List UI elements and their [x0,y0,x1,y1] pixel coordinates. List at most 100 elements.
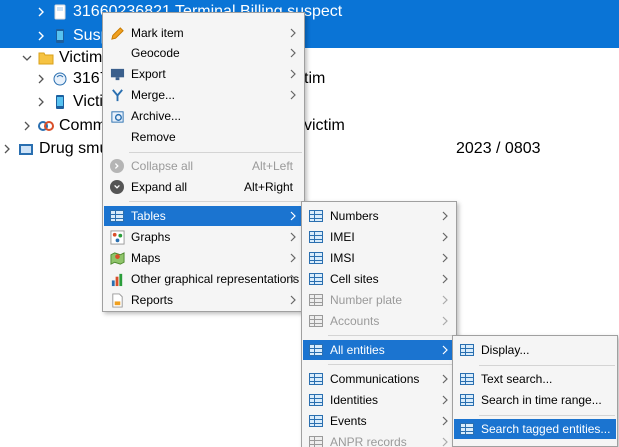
chevron-right-icon[interactable] [34,72,48,86]
chevron-right-icon [290,253,296,263]
table-icon [459,371,475,387]
chevron-right-icon [442,416,448,426]
chevron-right-icon [290,295,296,305]
table-icon [308,371,324,387]
table-icon [308,342,324,358]
tree-label: Victi [73,93,103,110]
chevron-right-icon [290,28,296,38]
chevron-right-icon[interactable] [20,119,34,133]
table-icon [459,342,475,358]
menu-item-export[interactable]: Export [104,64,303,84]
collapse-icon [109,158,125,174]
menu-item-reports[interactable]: Reports [104,290,303,310]
menu-item-search-tagged-entities[interactable]: Search tagged entities... [454,419,616,439]
menu-item-other-graphical[interactable]: Other graphical representations [104,269,303,289]
chevron-right-icon [290,211,296,221]
tree-row-extra: victim [304,117,345,134]
menu-item-merge[interactable]: Merge... [104,85,303,105]
graph-icon [109,229,125,245]
menu-item-imei[interactable]: IMEI [303,227,455,247]
all-entities-submenu: Display... Text search... Search in time… [452,335,618,447]
menu-item-graphs[interactable]: Graphs [104,227,303,247]
chevron-right-icon [442,295,448,305]
case-folder-icon [18,141,34,157]
menu-item-anpr-records[interactable]: ANPR records [303,432,455,447]
tree-row-victim-terminal[interactable]: 3167 [0,67,109,91]
chevron-right-icon [442,274,448,284]
table-icon [308,313,324,329]
menu-item-numbers[interactable]: Numbers [303,206,455,226]
tree-row-extra: 2023 / 0803 [456,140,541,157]
chevron-right-icon[interactable] [34,95,48,109]
menu-separator [328,364,454,365]
menu-item-display[interactable]: Display... [454,340,616,360]
tree-row-victim-phone[interactable]: Victi [0,90,103,114]
chevron-down-icon[interactable] [20,51,34,65]
menu-item-communications[interactable]: Communications [303,369,455,389]
chevron-right-icon [442,211,448,221]
tables-submenu: Numbers IMEI IMSI Cell sites Number plat… [301,201,457,447]
chevron-right-icon [442,232,448,242]
tree-label: Drug smu [39,140,109,157]
menu-separator [479,415,615,416]
chevron-right-icon [290,232,296,242]
tree-row-suspect[interactable]: Suspect [0,24,619,48]
context-menu: Mark item Geocode Export Merge... Archiv… [102,12,305,312]
table-icon [308,292,324,308]
menu-separator [129,152,302,153]
menu-item-number-plate[interactable]: Number plate [303,290,455,310]
communications-icon [38,118,54,134]
tree-label: Victim [59,49,103,66]
table-icon [308,271,324,287]
chevron-right-icon[interactable] [34,5,48,19]
tree-row-case[interactable]: Drug smu [0,137,108,161]
menu-separator [129,201,302,202]
menu-item-archive[interactable]: Archive... [104,106,303,126]
pencil-icon [109,25,125,41]
archive-icon [109,108,125,124]
menu-item-geocode[interactable]: Geocode [104,43,303,63]
table-icon [308,413,324,429]
menu-item-collapse-all[interactable]: Collapse all Alt+Left [104,156,303,176]
menu-item-events[interactable]: Events [303,411,455,431]
table-icon [308,434,324,447]
chevron-right-icon [290,90,296,100]
folder-icon [38,50,54,66]
mobile-phone-icon [52,94,68,110]
table-icon [308,250,324,266]
table-icon [109,208,125,224]
chevron-right-icon [290,274,296,284]
menu-separator [328,335,454,336]
tree-label: Comm [59,117,107,134]
table-icon [459,421,475,437]
menu-item-mark-item[interactable]: Mark item [104,23,303,43]
menu-separator [479,365,615,366]
tree-row-communications[interactable]: Comm [0,114,106,138]
phone-icon [52,4,68,20]
menu-item-all-entities[interactable]: All entities [303,340,455,360]
mobile-phone-icon [52,28,68,44]
menu-item-text-search[interactable]: Text search... [454,369,616,389]
table-icon [459,392,475,408]
table-icon [308,208,324,224]
table-icon [308,229,324,245]
map-icon [109,250,125,266]
tree-row-terminal[interactable]: 31660236821 Terminal Billing suspect [0,0,619,24]
chevron-right-icon[interactable] [34,29,48,43]
report-icon [109,292,125,308]
menu-item-remove[interactable]: Remove [104,127,303,147]
menu-item-maps[interactable]: Maps [104,248,303,268]
menu-item-accounts[interactable]: Accounts [303,311,455,331]
expand-icon [109,179,125,195]
chevron-right-icon [442,437,448,447]
menu-item-imsi[interactable]: IMSI [303,248,455,268]
menu-item-cell-sites[interactable]: Cell sites [303,269,455,289]
menu-item-expand-all[interactable]: Expand all Alt+Right [104,177,303,197]
chevron-right-icon[interactable] [0,142,14,156]
table-icon [308,392,324,408]
menu-item-search-time-range[interactable]: Search in time range... [454,390,616,410]
menu-item-tables[interactable]: Tables [104,206,303,226]
chevron-right-icon [442,395,448,405]
chevron-right-icon [442,374,448,384]
menu-item-identities[interactable]: Identities [303,390,455,410]
